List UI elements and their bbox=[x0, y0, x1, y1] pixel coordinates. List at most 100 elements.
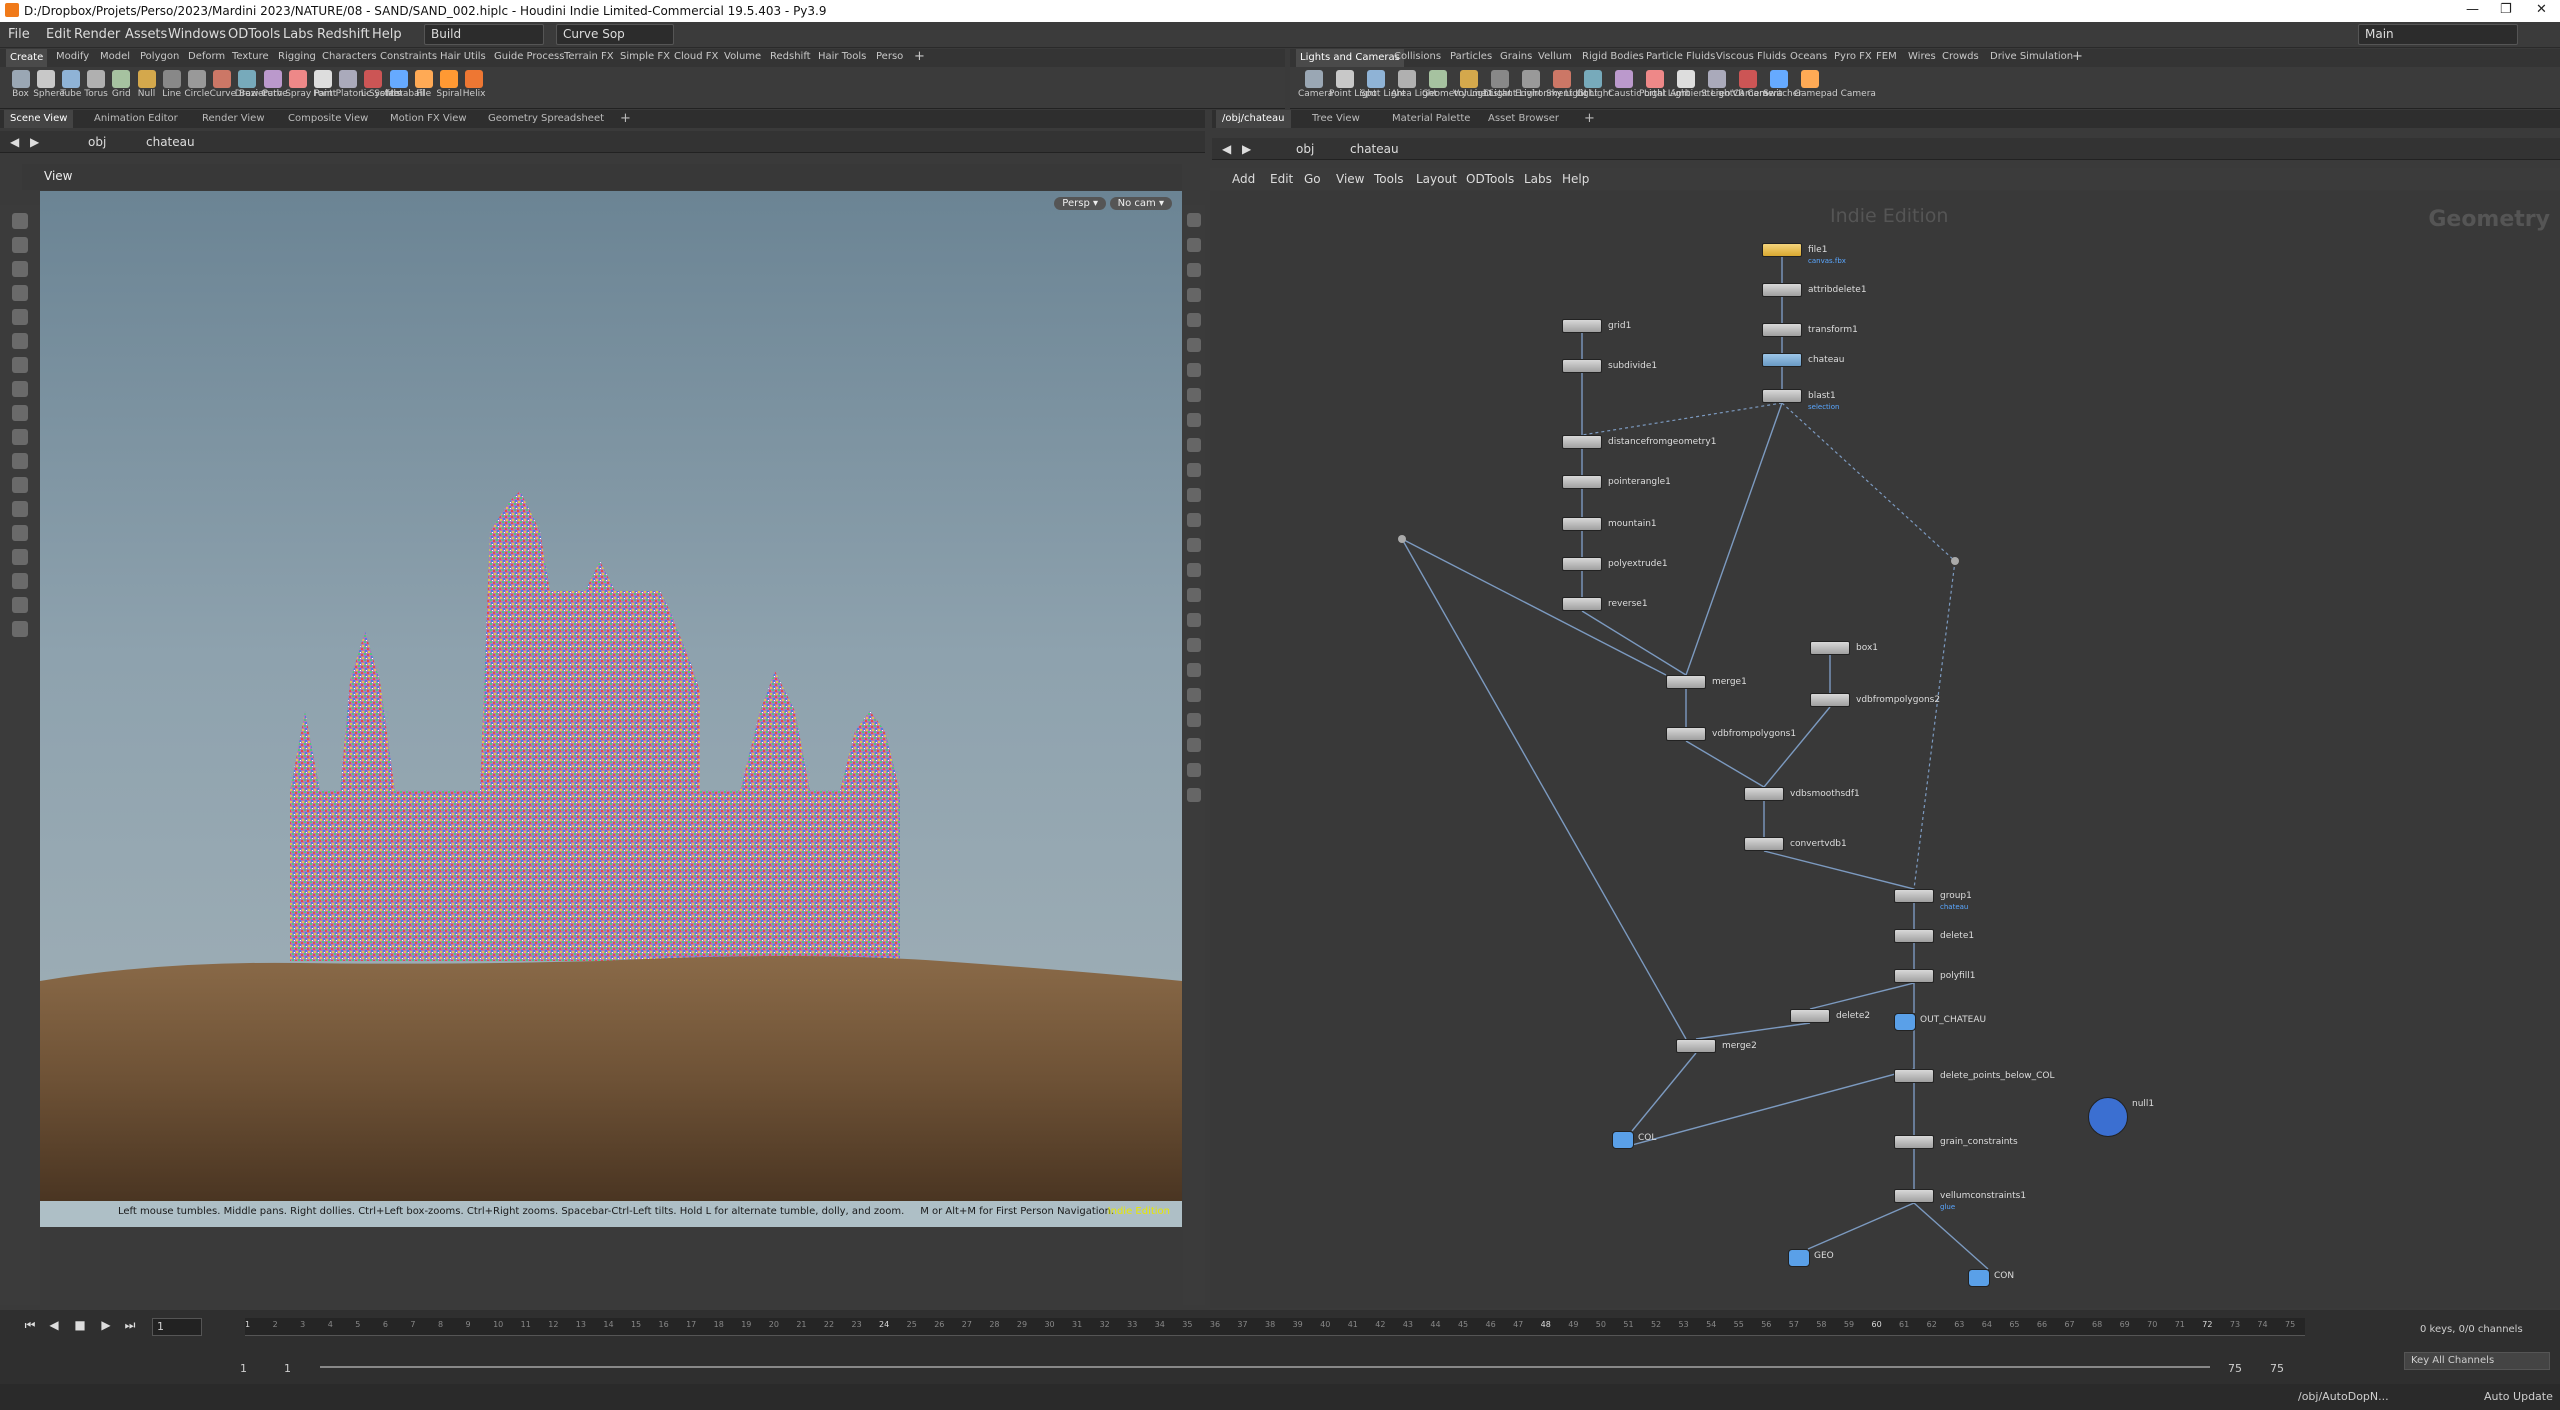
node-merge1[interactable] bbox=[1666, 675, 1706, 689]
node-distancefromgeometry1[interactable] bbox=[1562, 435, 1602, 449]
net-menu-layout[interactable]: Layout bbox=[1416, 172, 1457, 186]
tab-scene-view[interactable]: Scene View bbox=[4, 110, 74, 128]
net-menu-labs[interactable]: Labs bbox=[1524, 172, 1552, 186]
node-delete2[interactable] bbox=[1790, 1009, 1830, 1023]
shelf-tool-torus[interactable]: Torus bbox=[84, 67, 109, 109]
node-chateau[interactable] bbox=[1762, 353, 1802, 367]
shelf-tool-switcher[interactable]: Switcher bbox=[1763, 67, 1802, 109]
node-grain_constraints[interactable] bbox=[1894, 1135, 1934, 1149]
menu-help[interactable]: Help bbox=[372, 27, 402, 42]
shelf-tab[interactable]: Particle Fluids bbox=[1646, 51, 1715, 62]
shelf-tab[interactable]: Collisions bbox=[1394, 51, 1441, 62]
shelf-tool-helix[interactable]: Helix bbox=[462, 67, 487, 109]
node-polyextrude1[interactable] bbox=[1562, 557, 1602, 571]
add-tab-icon[interactable]: + bbox=[614, 110, 637, 128]
shelf-tool-metaball[interactable]: Metaball bbox=[386, 67, 425, 109]
shelf-tab-lights[interactable]: Lights and Cameras bbox=[1296, 49, 1404, 67]
net-menu-help[interactable]: Help bbox=[1562, 172, 1589, 186]
node-merge2[interactable] bbox=[1676, 1039, 1716, 1053]
step-back-icon[interactable]: ◀ bbox=[44, 1318, 64, 1336]
node-vellumconstraints1[interactable] bbox=[1894, 1189, 1934, 1203]
shelf-tool-stereo-camera[interactable]: Stereo Camera bbox=[1701, 67, 1769, 109]
viewport-tool-icon[interactable] bbox=[12, 453, 28, 469]
path-segment-chateau[interactable]: chateau bbox=[146, 135, 195, 149]
viewport-tool-icon[interactable] bbox=[12, 213, 28, 229]
shelf-tool-gamepad-camera[interactable]: Gamepad Camera bbox=[1794, 67, 1876, 109]
scene-viewport[interactable]: Persp ▾ No cam ▾ Left mouse tumbles. Mid… bbox=[40, 191, 1182, 1227]
tab-network-chateau[interactable]: /obj/chateau bbox=[1216, 110, 1291, 128]
desktop-selector[interactable]: Build bbox=[424, 24, 544, 45]
menu-windows[interactable]: Windows bbox=[168, 27, 226, 42]
shelf-tab[interactable]: Viscous Fluids bbox=[1716, 51, 1786, 62]
back-arrow-icon[interactable]: ◀ bbox=[10, 135, 19, 149]
shelf-tab[interactable]: Terrain FX bbox=[564, 51, 614, 62]
node-null1[interactable] bbox=[2088, 1097, 2128, 1137]
shelf-tab[interactable]: Hair Utils bbox=[440, 51, 486, 62]
menu-redshift[interactable]: Redshift bbox=[317, 27, 370, 42]
persp-menu[interactable]: Persp ▾ bbox=[1054, 197, 1106, 210]
node-attribdelete1[interactable] bbox=[1762, 283, 1802, 297]
node-transform1[interactable] bbox=[1762, 323, 1802, 337]
shelf-tab[interactable]: Pyro FX bbox=[1834, 51, 1872, 62]
menu-labs[interactable]: Labs bbox=[283, 27, 313, 42]
node-reverse1[interactable] bbox=[1562, 597, 1602, 611]
display-option-icon[interactable] bbox=[1187, 713, 1201, 727]
forward-arrow-icon[interactable]: ▶ bbox=[30, 135, 39, 149]
shelf-tool-area-light[interactable]: Area Light bbox=[1391, 67, 1437, 109]
node-blast1[interactable] bbox=[1762, 389, 1802, 403]
display-option-icon[interactable] bbox=[1187, 638, 1201, 652]
shelf-tab[interactable]: Particles bbox=[1450, 51, 1492, 62]
shelf-tab[interactable]: Texture bbox=[232, 51, 269, 62]
jump-start-icon[interactable]: ⏮ bbox=[20, 1318, 40, 1336]
shelf-tool-file[interactable]: File bbox=[411, 67, 436, 109]
shelf-tool-caustic-light[interactable]: Caustic Light bbox=[1608, 67, 1667, 109]
display-option-icon[interactable] bbox=[1187, 563, 1201, 577]
shelf-tool-ambient-light[interactable]: Ambient Light bbox=[1670, 67, 1733, 109]
shelf-tab[interactable]: Constraints bbox=[380, 51, 437, 62]
viewport-tool-icon[interactable] bbox=[12, 405, 28, 421]
network-editor[interactable]: Indie Edition Geometry file1 canvas.fbx at… bbox=[1210, 191, 2560, 1308]
display-option-icon[interactable] bbox=[1187, 213, 1201, 227]
range-start[interactable]: 1 bbox=[240, 1362, 247, 1375]
shelf-tool-null[interactable]: Null bbox=[134, 67, 159, 109]
display-option-icon[interactable] bbox=[1187, 588, 1201, 602]
shelf-tab[interactable]: Polygon bbox=[140, 51, 179, 62]
node-file1[interactable] bbox=[1762, 243, 1802, 257]
shelf-tool-gi-light[interactable]: GI Light bbox=[1577, 67, 1612, 109]
shelf-tool-distant-light[interactable]: Distant Light bbox=[1484, 67, 1542, 109]
shelf-tab[interactable]: Rigid Bodies bbox=[1582, 51, 1644, 62]
display-option-icon[interactable] bbox=[1187, 613, 1201, 627]
shelf-tool-path[interactable]: Path bbox=[260, 67, 285, 109]
shelf-tool-spray-paint[interactable]: Spray Paint bbox=[285, 67, 336, 109]
key-all-channels-button[interactable]: Key All Channels bbox=[2404, 1352, 2550, 1370]
add-tab-icon[interactable]: + bbox=[1578, 110, 1601, 128]
play-icon[interactable]: ▶ bbox=[96, 1318, 116, 1336]
node-pointerangle1[interactable] bbox=[1562, 475, 1602, 489]
display-option-icon[interactable] bbox=[1187, 738, 1201, 752]
menu-assets[interactable]: Assets bbox=[125, 27, 167, 42]
display-option-icon[interactable] bbox=[1187, 238, 1201, 252]
display-option-icon[interactable] bbox=[1187, 288, 1201, 302]
viewport-tool-icon[interactable] bbox=[12, 261, 28, 277]
display-option-icon[interactable] bbox=[1187, 438, 1201, 452]
shelf-tool-grid[interactable]: Grid bbox=[109, 67, 134, 109]
tab-material-palette[interactable]: Material Palette bbox=[1386, 110, 1476, 128]
range-end-2[interactable]: 75 bbox=[2270, 1362, 2284, 1375]
node-group1[interactable] bbox=[1894, 889, 1934, 903]
viewport-tool-icon[interactable] bbox=[12, 429, 28, 445]
viewport-tool-icon[interactable] bbox=[12, 309, 28, 325]
shelf-tool-line[interactable]: Line bbox=[159, 67, 184, 109]
tab-geometry-spreadsheet[interactable]: Geometry Spreadsheet bbox=[482, 110, 610, 128]
shelf-tab[interactable]: Hair Tools bbox=[818, 51, 866, 62]
net-menu-go[interactable]: Go bbox=[1304, 172, 1321, 186]
net-menu-odtools[interactable]: ODTools bbox=[1466, 172, 1514, 186]
node-mountain1[interactable] bbox=[1562, 517, 1602, 531]
node-OUT_CHATEAU[interactable] bbox=[1894, 1013, 1916, 1031]
node-polyfill1[interactable] bbox=[1894, 969, 1934, 983]
viewport-tool-icon[interactable] bbox=[12, 381, 28, 397]
shelf-tool-tube[interactable]: Tube bbox=[58, 67, 83, 109]
shelf-tab-create[interactable]: Create bbox=[6, 49, 48, 67]
shelf-tool-font[interactable]: Font bbox=[310, 67, 335, 109]
shelf-tool-portal-light[interactable]: Portal Light bbox=[1639, 67, 1690, 109]
add-shelf-tab-icon[interactable]: + bbox=[2072, 49, 2083, 64]
